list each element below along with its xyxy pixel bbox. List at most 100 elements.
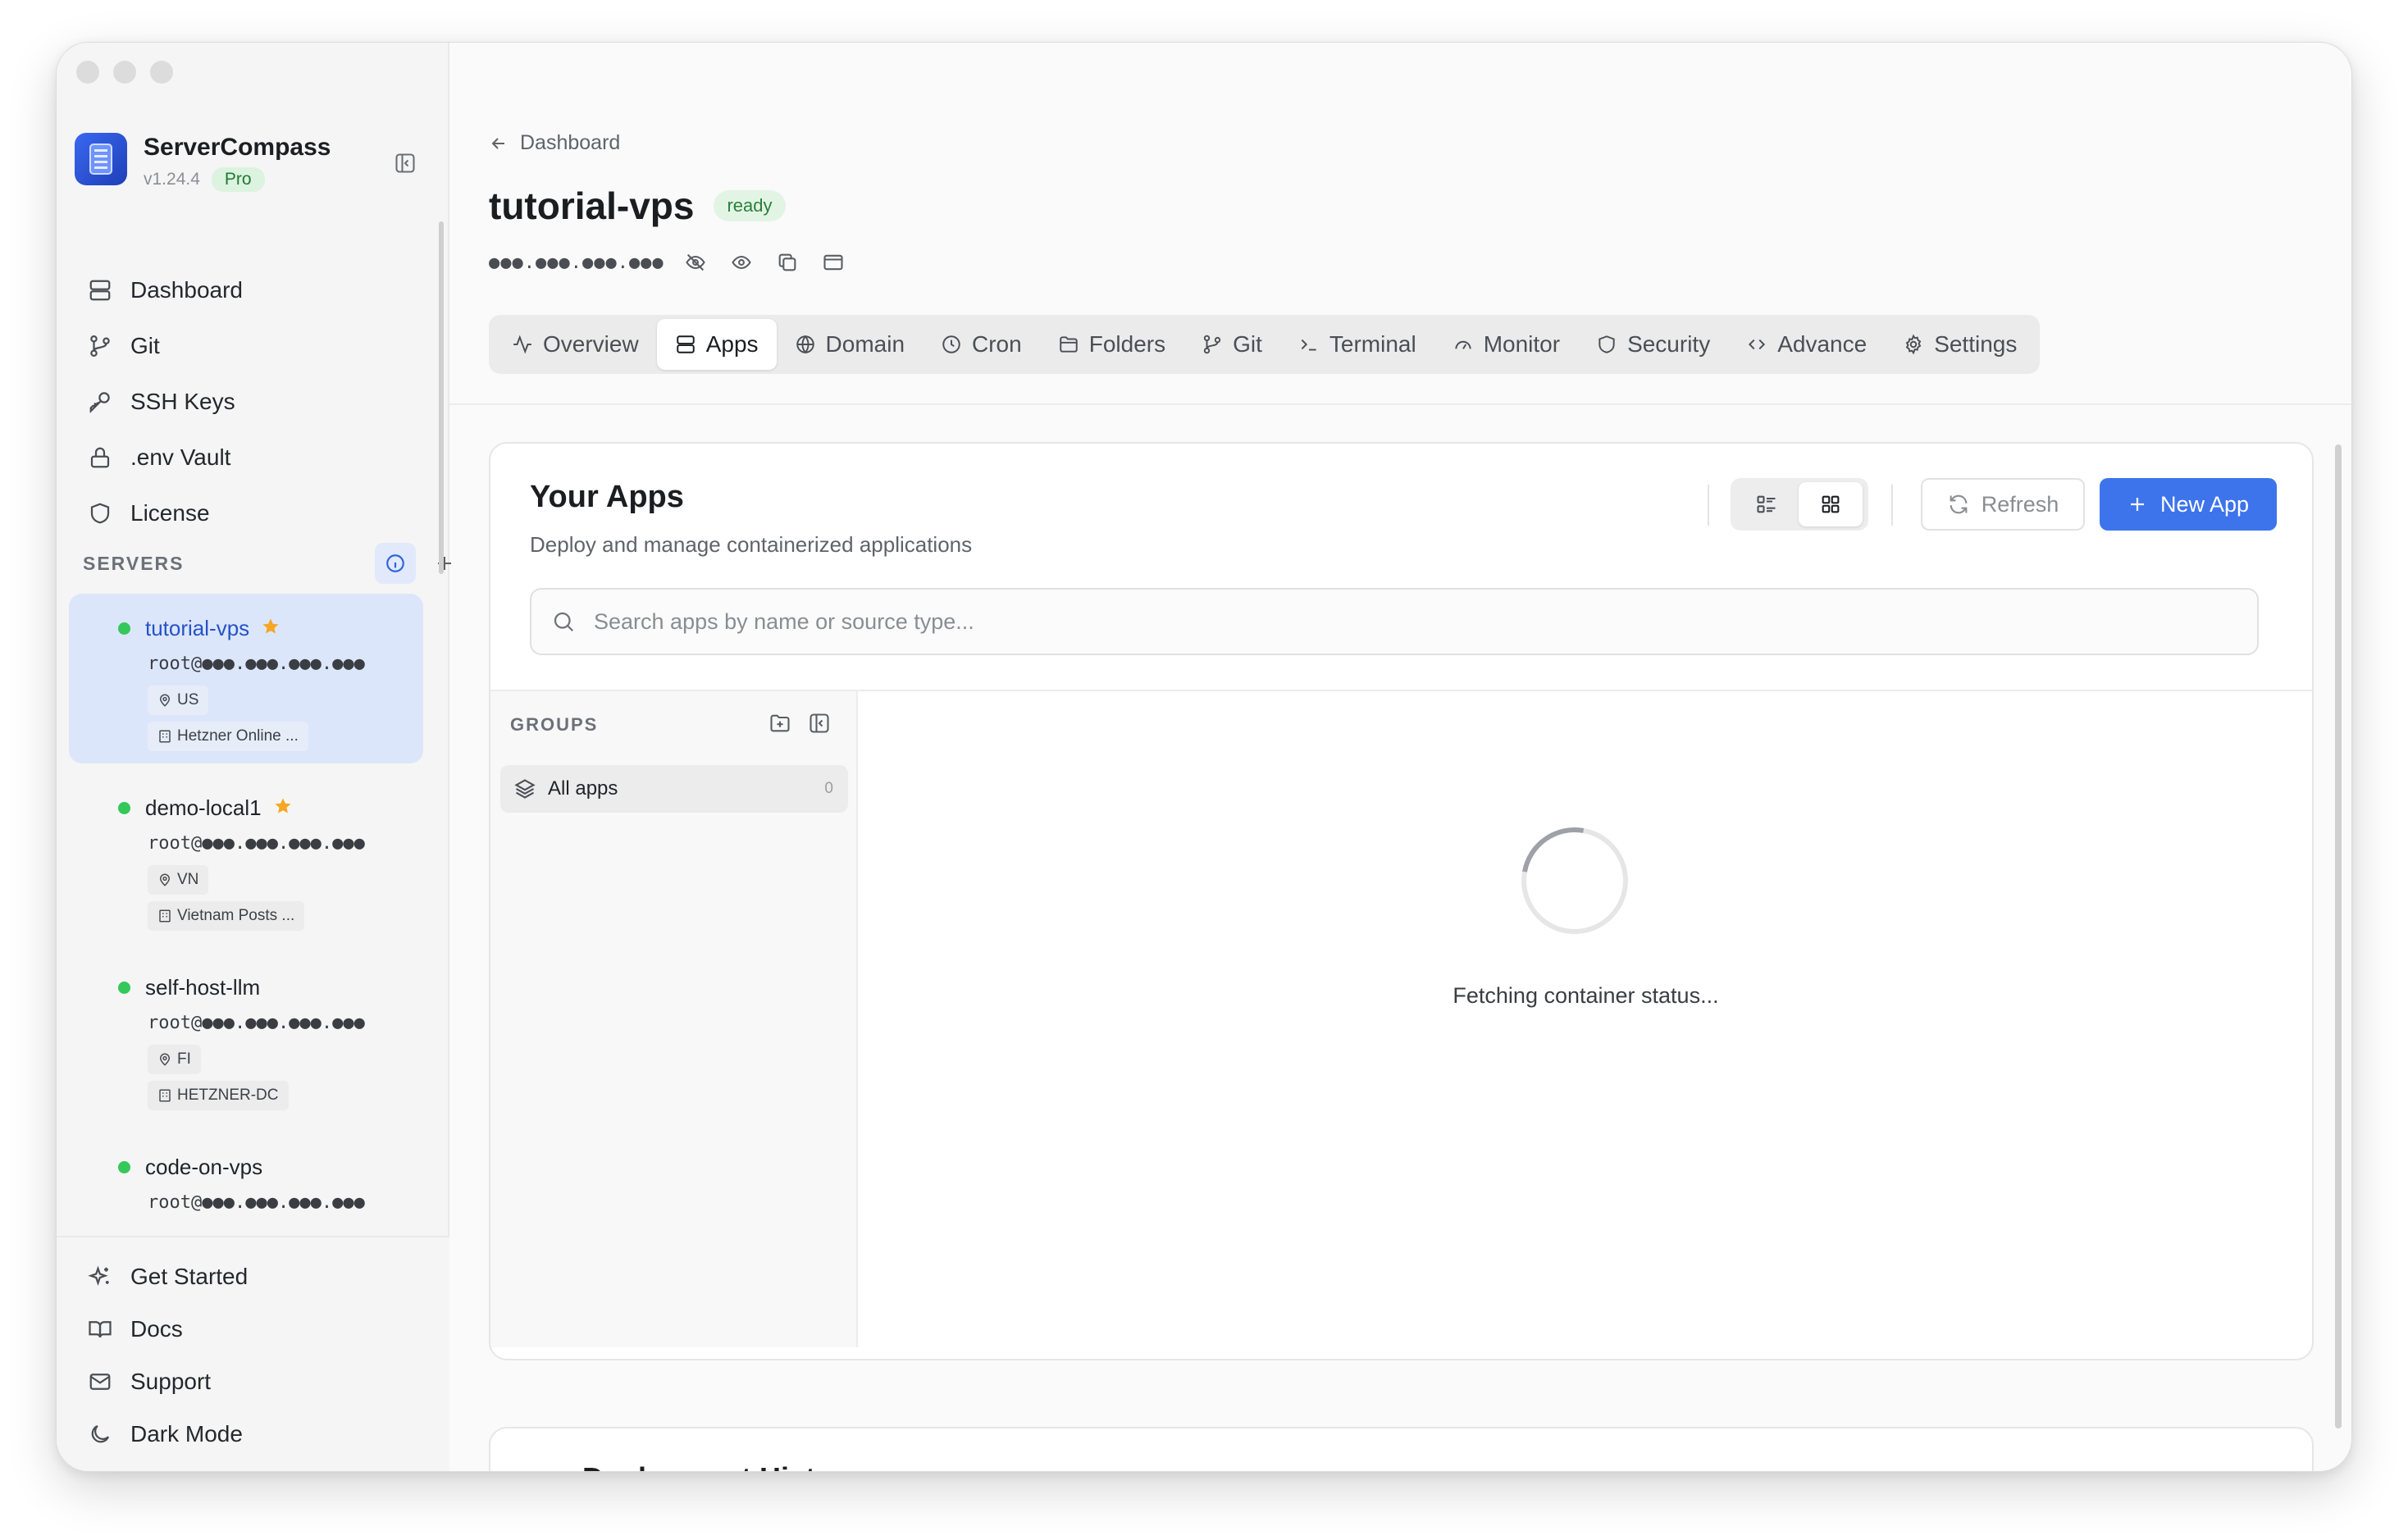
server-ip: ●●●.●●●.●●●.●●● (489, 252, 664, 273)
servers-title: SERVERS (83, 552, 185, 574)
main-content: Dashboard tutorial-vps ready ●●●.●●●.●●●… (449, 43, 2351, 1471)
nav-item-get-started[interactable]: Get Started (57, 1251, 449, 1303)
search-icon (554, 612, 574, 632)
shield-icon (86, 499, 114, 527)
nav-item-ssh-keys[interactable]: SSH Keys (81, 374, 434, 430)
key-icon (86, 388, 114, 416)
country-tag: FI (148, 1045, 201, 1074)
code-icon (1749, 339, 1766, 350)
mail-icon (86, 1368, 114, 1396)
group-item-all-apps[interactable]: All apps 0 (500, 765, 848, 813)
tab-domain[interactable]: Domain (777, 319, 923, 370)
apps-panel: Your Apps Deploy and manage containerize… (489, 442, 2314, 1360)
star-icon[interactable] (261, 617, 280, 640)
group-label: All apps (548, 777, 618, 800)
map-pin-icon (159, 873, 171, 886)
zoom-window-button[interactable] (150, 61, 173, 84)
server-tabs: Overview Apps Domain Cron Folders Git Te… (489, 315, 2041, 374)
toolbar-divider (1708, 485, 1709, 526)
server-name: self-host-llm (145, 974, 261, 1000)
close-window-button[interactable] (76, 61, 99, 84)
tab-advance[interactable]: Advance (1728, 319, 1885, 370)
tab-folders[interactable]: Folders (1040, 319, 1183, 370)
collapse-sidebar-icon[interactable] (391, 149, 419, 177)
nav-item-support[interactable]: Support (57, 1355, 449, 1408)
server-stack-icon (86, 276, 114, 304)
collapse-groups-icon[interactable] (805, 709, 833, 737)
server-user: root@●●●.●●●.●●●.●●● (148, 1013, 365, 1033)
online-status-dot (118, 981, 130, 994)
main-nav: Dashboard Git SSH Keys .env Vault Licens… (81, 262, 434, 541)
loading-spinner-icon (1500, 806, 1649, 955)
sidebar-footer-nav: Get Started Docs Support Dark Mode (57, 1236, 449, 1471)
nav-item-license[interactable]: License (81, 485, 434, 541)
nav-item-docs[interactable]: Docs (57, 1303, 449, 1355)
status-badge: ready (714, 190, 786, 221)
nav-item-git[interactable]: Git (81, 318, 434, 374)
list-view-button[interactable] (1735, 482, 1799, 526)
nav-item-dashboard[interactable]: Dashboard (81, 262, 434, 318)
toolbar-divider (1891, 485, 1893, 526)
page-title: tutorial-vps (489, 185, 695, 227)
minimize-window-button[interactable] (113, 61, 136, 84)
grid-view-icon (1822, 495, 1840, 513)
building-icon (159, 730, 171, 743)
eye-icon[interactable] (727, 248, 756, 277)
shield-icon (1598, 335, 1615, 353)
info-icon[interactable] (375, 543, 416, 584)
list-view-icon (1757, 495, 1776, 513)
breadcrumb-label: Dashboard (520, 131, 621, 154)
refresh-icon (1950, 494, 1968, 514)
map-pin-icon (159, 1053, 171, 1066)
copy-icon[interactable] (773, 248, 802, 277)
book-icon (86, 1315, 114, 1343)
star-icon[interactable] (273, 796, 293, 820)
groups-sidebar: GROUPS All apps 0 (490, 691, 858, 1347)
server-item-demo-local1[interactable]: demo-local1 root@●●●.●●●.●●●.●●● VN Viet… (69, 773, 423, 943)
app-window: ServerCompass v1.24.4 Pro Dashboard Git … (56, 42, 2352, 1472)
nav-label: Dashboard (130, 277, 243, 303)
eye-off-icon[interactable] (681, 248, 710, 277)
tab-terminal[interactable]: Terminal (1280, 319, 1434, 370)
tab-settings[interactable]: Settings (1885, 319, 2035, 370)
server-user: root@●●●.●●●.●●●.●●● (148, 1192, 365, 1213)
nav-item-env-vault[interactable]: .env Vault (81, 430, 434, 485)
tab-git[interactable]: Git (1183, 319, 1280, 370)
new-folder-icon[interactable] (766, 709, 794, 737)
search-box (530, 588, 2259, 655)
server-item-tutorial-vps[interactable]: tutorial-vps root@●●●.●●●.●●●.●●● US Het… (69, 594, 423, 763)
refresh-button[interactable]: Refresh (1921, 478, 2085, 531)
new-app-button[interactable]: New App (2100, 478, 2277, 531)
nav-item-dark-mode[interactable]: Dark Mode (57, 1408, 449, 1460)
sidebar: ServerCompass v1.24.4 Pro Dashboard Git … (57, 43, 451, 1471)
search-input[interactable] (594, 608, 2152, 635)
groups-title: GROUPS (510, 714, 599, 735)
app-logo-icon (75, 133, 127, 185)
nav-label: SSH Keys (130, 389, 235, 414)
tab-cron[interactable]: Cron (923, 319, 1040, 370)
loading-text: Fetching container status... (1453, 983, 1719, 1008)
server-item-self-host-llm[interactable]: self-host-llm root@●●●.●●●.●●●.●●● FI HE… (69, 953, 423, 1123)
tab-overview[interactable]: Overview (494, 319, 657, 370)
deployment-history-title: Deployment History (582, 1461, 861, 1471)
server-name: code-on-vps (145, 1154, 263, 1179)
window-controls (76, 61, 173, 84)
server-list: tutorial-vps root@●●●.●●●.●●●.●●● US Het… (69, 594, 423, 1274)
tab-apps[interactable]: Apps (656, 319, 777, 370)
grid-view-button[interactable] (1799, 482, 1863, 526)
breadcrumb-back[interactable]: Dashboard (489, 131, 620, 155)
loading-area: Fetching container status... (858, 691, 2312, 1347)
apps-title: Your Apps (530, 480, 684, 514)
browser-window-icon[interactable] (819, 248, 848, 277)
tab-security[interactable]: Security (1578, 319, 1728, 370)
sidebar-scrollbar[interactable] (439, 221, 444, 574)
moon-icon (86, 1420, 114, 1448)
country-tag: US (148, 686, 209, 715)
nav-label: Get Started (130, 1264, 249, 1289)
app-name: ServerCompass (144, 134, 331, 161)
online-status-dot (118, 801, 130, 814)
tab-monitor[interactable]: Monitor (1434, 319, 1578, 370)
country-tag: VN (148, 865, 209, 895)
main-scrollbar[interactable] (2335, 444, 2342, 1428)
deployment-history-panel[interactable]: Deployment History (489, 1427, 2314, 1471)
